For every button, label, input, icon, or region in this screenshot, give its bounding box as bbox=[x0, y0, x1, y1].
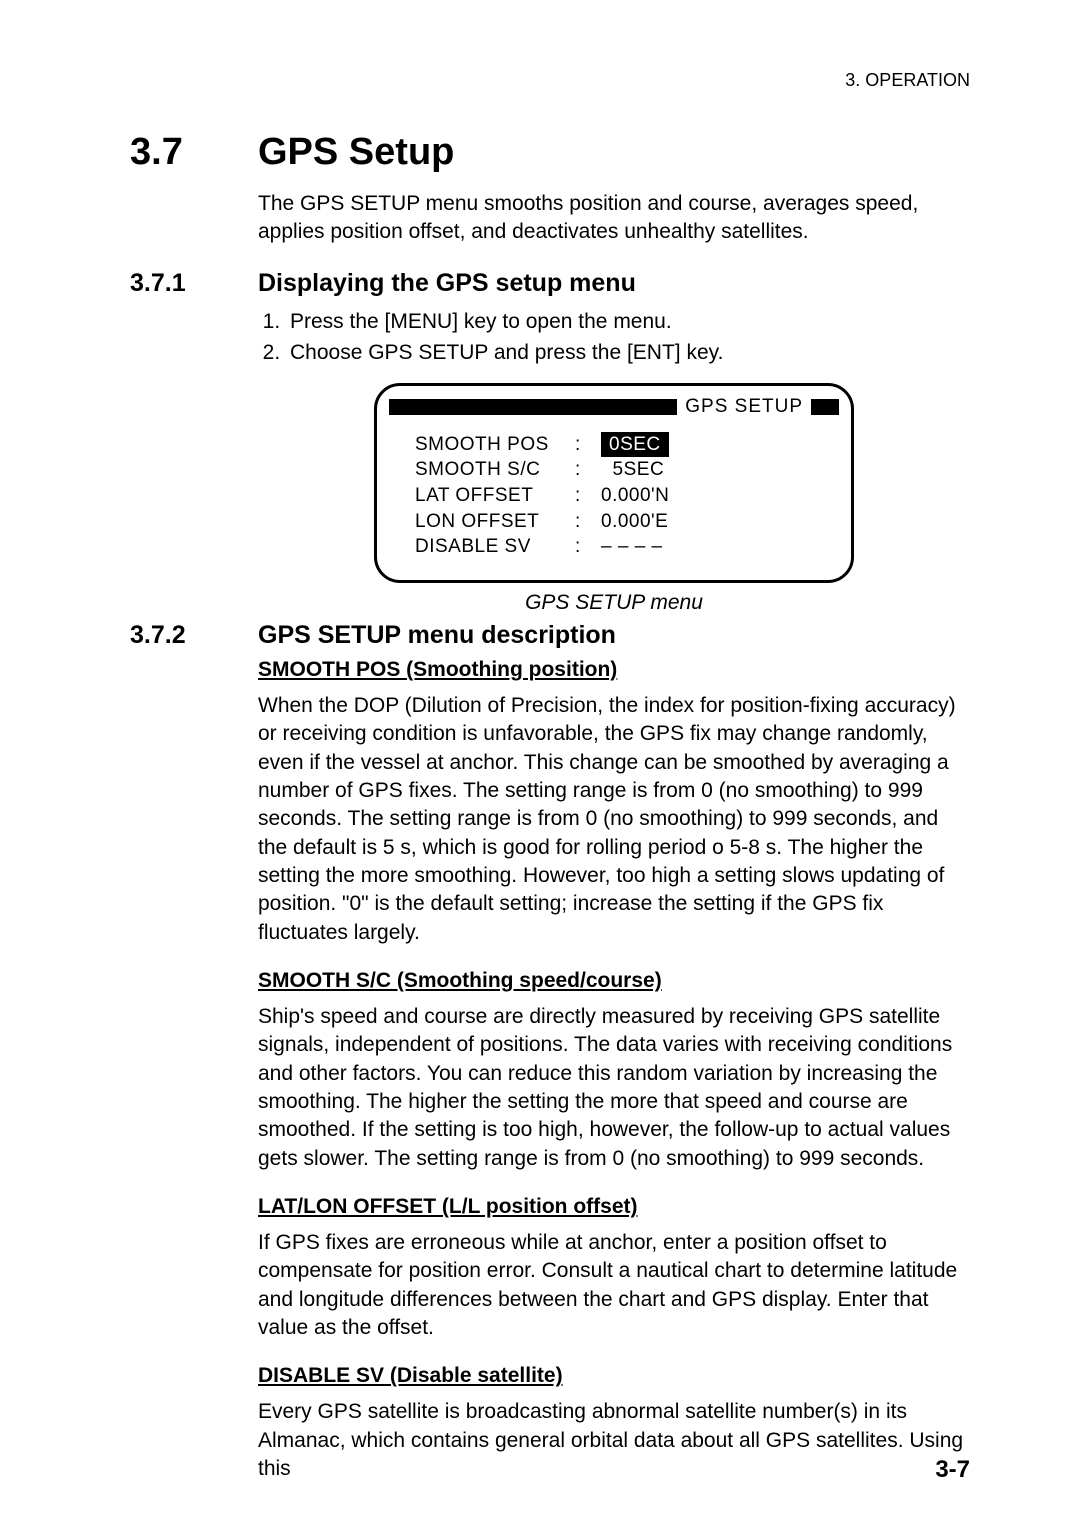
screen-row: SMOOTH S/C : 5SEC bbox=[415, 457, 823, 483]
steps-list: Press the [MENU] key to open the menu. C… bbox=[258, 306, 970, 369]
section-intro: The GPS SETUP menu smooths position and … bbox=[258, 190, 970, 247]
step-item: Choose GPS SETUP and press the [ENT] key… bbox=[286, 337, 970, 369]
step-item: Press the [MENU] key to open the menu. bbox=[286, 306, 970, 338]
screen-row-label: SMOOTH POS bbox=[415, 432, 575, 458]
screen-row-label: LAT OFFSET bbox=[415, 483, 575, 509]
section-title: GPS Setup bbox=[258, 131, 454, 174]
paragraph-heading: SMOOTH S/C (Smoothing speed/course) bbox=[258, 969, 970, 993]
screen-row: SMOOTH POS : 0SEC bbox=[415, 432, 823, 458]
title-bar-right bbox=[811, 399, 839, 415]
figure-caption: GPS SETUP menu bbox=[258, 591, 970, 615]
paragraph-heading: DISABLE SV (Disable satellite) bbox=[258, 1364, 970, 1388]
screen-row-value: 5SEC bbox=[601, 457, 664, 483]
screen-row-label: LON OFFSET bbox=[415, 509, 575, 535]
subsection-1-number: 3.7.1 bbox=[130, 269, 258, 298]
screen-row-value: – – – – bbox=[601, 534, 663, 560]
screen-row-value-selected: 0SEC bbox=[601, 432, 669, 458]
gps-setup-screen: GPS SETUP SMOOTH POS : 0SEC SMOOTH S/C :… bbox=[374, 383, 854, 583]
section-number: 3.7 bbox=[130, 131, 258, 174]
subsection-2-heading: 3.7.2 GPS SETUP menu description bbox=[130, 621, 970, 650]
page-number: 3-7 bbox=[935, 1456, 970, 1484]
paragraph-body: If GPS fixes are erroneous while at anch… bbox=[258, 1229, 970, 1342]
screen-row-label: DISABLE SV bbox=[415, 534, 575, 560]
section-heading: 3.7 GPS Setup bbox=[130, 131, 970, 174]
paragraph-body: When the DOP (Dilution of Precision, the… bbox=[258, 692, 970, 947]
paragraph-heading: SMOOTH POS (Smoothing position) bbox=[258, 658, 970, 682]
screen-row: DISABLE SV : – – – – bbox=[415, 534, 823, 560]
running-header: 3. OPERATION bbox=[130, 70, 970, 91]
subsection-1-heading: 3.7.1 Displaying the GPS setup menu bbox=[130, 269, 970, 298]
subsection-1-title: Displaying the GPS setup menu bbox=[258, 269, 636, 298]
screen-row: LON OFFSET : 0.000'E bbox=[415, 509, 823, 535]
subsection-2-title: GPS SETUP menu description bbox=[258, 621, 616, 650]
paragraph-heading: LAT/LON OFFSET (L/L position offset) bbox=[258, 1195, 970, 1219]
screen-title: GPS SETUP bbox=[685, 396, 803, 418]
paragraph-body: Every GPS satellite is broadcasting abno… bbox=[258, 1398, 970, 1483]
screen-row-value: 0.000'N bbox=[601, 483, 669, 509]
screen-row-label: SMOOTH S/C bbox=[415, 457, 575, 483]
title-bar-left bbox=[389, 399, 677, 415]
subsection-2-number: 3.7.2 bbox=[130, 621, 258, 650]
screen-row-value: 0.000'E bbox=[601, 509, 668, 535]
paragraph-body: Ship's speed and course are directly mea… bbox=[258, 1003, 970, 1173]
screen-row: LAT OFFSET : 0.000'N bbox=[415, 483, 823, 509]
